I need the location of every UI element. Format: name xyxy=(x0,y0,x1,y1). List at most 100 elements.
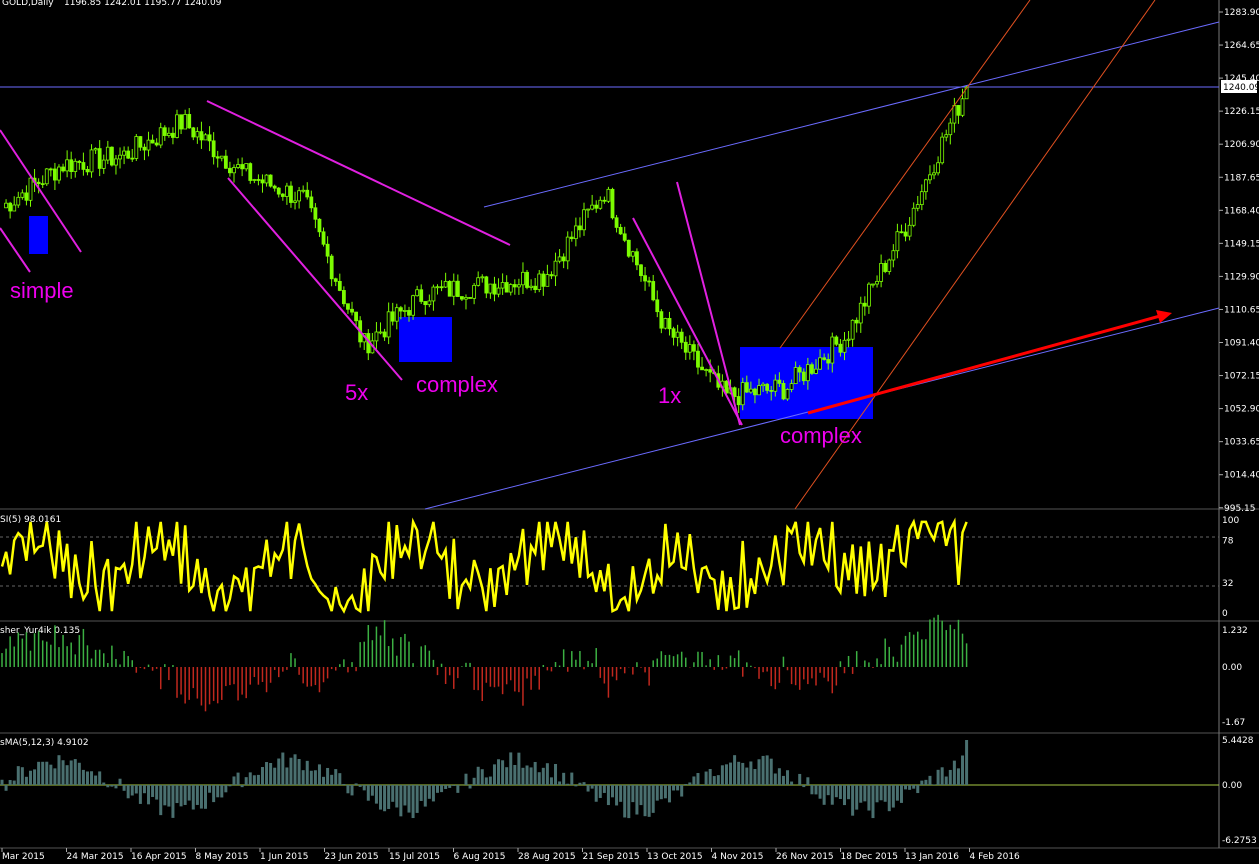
candle-body xyxy=(65,159,70,172)
osma-bar xyxy=(688,782,692,785)
osma-bar xyxy=(358,785,362,787)
osma-bar xyxy=(965,740,969,785)
osma-bar xyxy=(277,758,281,785)
candle-body xyxy=(179,114,183,130)
candle-body xyxy=(484,276,489,294)
osma-bar xyxy=(594,785,598,802)
osma-bar xyxy=(643,785,647,817)
chart-ohlc: 1196.85 1242.01 1195.77 1240.09 xyxy=(64,0,222,8)
osma-bar xyxy=(85,771,89,785)
osma-bar xyxy=(216,785,220,798)
osma-bar xyxy=(61,760,65,785)
candle-body xyxy=(818,357,822,370)
osma-bar xyxy=(549,777,553,785)
annotation-1x: 1x xyxy=(658,383,681,408)
osma-bar xyxy=(720,765,724,785)
price-tick-label: 1283.90 xyxy=(1224,8,1259,18)
candle-body xyxy=(655,299,660,313)
candle-body xyxy=(276,187,281,195)
candle-body xyxy=(687,344,692,353)
osma-bar xyxy=(956,768,960,785)
candle-body xyxy=(354,311,358,322)
osma-bar xyxy=(134,785,138,794)
osma-bar xyxy=(716,775,720,785)
candle-body xyxy=(895,231,900,252)
osma-bar xyxy=(863,785,867,802)
osma-bar xyxy=(309,770,313,785)
candle-body xyxy=(374,331,379,342)
candle-body xyxy=(899,231,904,234)
candle-body xyxy=(101,159,106,169)
chart-canvas: 1283.901264.651245.401226.151206.901187.… xyxy=(0,0,1259,862)
date-axis: Mar 2015 24 Mar 2015 16 Apr 2015 8 May 2015… xyxy=(1,848,1020,862)
date-tick-label: 18 Dec 2015 xyxy=(841,852,899,862)
osma-bar xyxy=(533,761,537,785)
candle-body xyxy=(671,328,676,338)
candle-body xyxy=(93,148,98,151)
candle-body xyxy=(390,311,395,322)
osma-bar xyxy=(362,785,366,791)
candle-body xyxy=(948,122,953,136)
osma-bar xyxy=(57,755,61,785)
osma-bar xyxy=(77,762,81,785)
candle-body xyxy=(883,263,888,272)
candle-body xyxy=(858,302,863,324)
candle-body xyxy=(207,134,212,142)
osma-bar xyxy=(106,785,110,788)
date-tick-label: 13 Jan 2016 xyxy=(905,852,959,862)
candle-body xyxy=(293,200,297,203)
osma-bar xyxy=(326,767,330,785)
osma-bar xyxy=(659,785,663,800)
osma-bar xyxy=(20,767,24,785)
candle-body xyxy=(647,280,652,283)
osma-bar xyxy=(680,785,684,797)
osma-bar xyxy=(765,755,769,785)
candle-body xyxy=(118,154,122,160)
osma-bar xyxy=(647,785,651,817)
candle-body xyxy=(569,236,574,240)
candle-body xyxy=(321,231,326,245)
osma-bar xyxy=(761,755,765,785)
candle-body xyxy=(8,202,13,212)
candle-body xyxy=(236,164,240,168)
osma-bar xyxy=(631,785,635,803)
osma-bar xyxy=(924,779,928,785)
candle-body xyxy=(765,383,770,391)
rsi-tick-label: 0 xyxy=(1222,609,1228,619)
osma-bar xyxy=(480,769,484,785)
date-tick-label: 13 Oct 2015 xyxy=(647,852,703,862)
osma-bar xyxy=(623,785,627,818)
osma-bar xyxy=(578,782,582,785)
osma-bar xyxy=(615,785,619,806)
osma-bar xyxy=(289,757,293,785)
candle-body xyxy=(639,264,643,277)
osma-bar xyxy=(729,762,733,785)
candle-body xyxy=(423,301,428,306)
candle-body xyxy=(590,204,595,210)
osma-bar xyxy=(224,785,228,793)
osma-bar xyxy=(147,785,151,805)
candle-body xyxy=(228,167,232,174)
candle-body xyxy=(40,183,45,186)
osma-bar xyxy=(932,784,936,785)
osma-bar xyxy=(383,785,387,812)
osma-bar xyxy=(570,772,574,785)
candle-body xyxy=(862,302,867,307)
candle-body xyxy=(199,131,204,141)
osma-bar xyxy=(484,777,488,785)
candle-body xyxy=(472,284,477,299)
candle-body xyxy=(256,179,261,181)
candle-body xyxy=(439,286,444,289)
osma-bar xyxy=(395,785,399,808)
osma-bar xyxy=(273,767,277,785)
candle-body xyxy=(407,310,411,316)
current-price-label: 1240.09 xyxy=(1223,83,1259,93)
candle-body xyxy=(606,188,611,202)
osma-bar xyxy=(786,770,790,785)
candle-body xyxy=(284,185,289,197)
osma-bar xyxy=(476,766,480,785)
osma-bar xyxy=(867,785,871,811)
osma-bar xyxy=(521,767,525,785)
candle-body xyxy=(57,166,61,181)
fisher-tick-label: -1.67 xyxy=(1222,718,1245,728)
